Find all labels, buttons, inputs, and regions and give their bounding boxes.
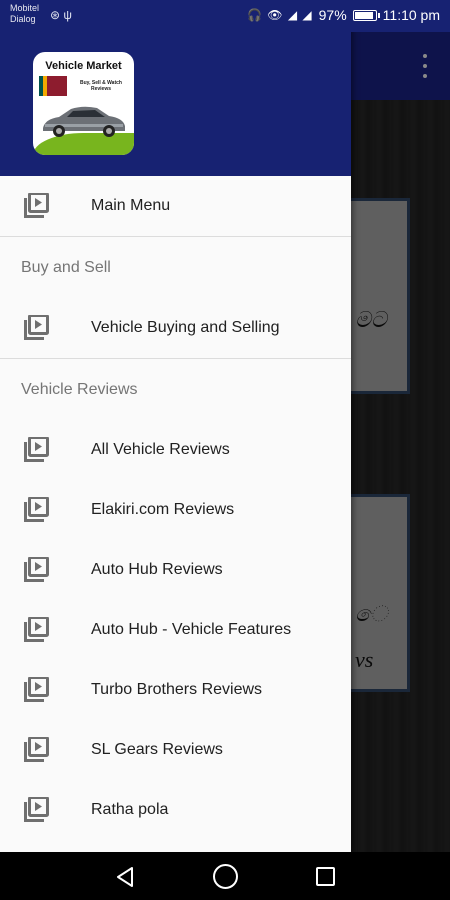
menu-item-ratha-pola[interactable]: Ratha pola: [0, 780, 351, 840]
logo-title: Vehicle Market: [45, 60, 122, 72]
menu-item-label: Elakiri.com Reviews: [91, 501, 235, 518]
video-library-icon: [24, 737, 49, 762]
sri-lanka-flag-icon: [39, 76, 67, 96]
video-library-icon: [24, 497, 49, 522]
carrier-info: Mobitel Dialog: [10, 3, 39, 25]
menu-item-label: Auto Hub - Vehicle Features: [91, 621, 292, 638]
menu-item-turbo-brothers-reviews[interactable]: Turbo Brothers Reviews: [0, 660, 351, 720]
signal-icons: 🎧 👁 ◢ ◢: [246, 8, 313, 22]
battery-fill: [354, 11, 373, 19]
video-library-icon: [24, 797, 49, 822]
menu-item-all-vehicle-reviews[interactable]: All Vehicle Reviews: [0, 420, 351, 480]
video-library-icon: [24, 557, 49, 582]
menu-item-main-menu[interactable]: Main Menu: [0, 176, 351, 236]
battery-icon: [352, 9, 380, 21]
menu-item-label: SL Gears Reviews: [91, 741, 223, 758]
menu-item-vehicle-buying-selling[interactable]: Vehicle Buying and Selling: [0, 298, 351, 358]
video-library-icon: [24, 193, 49, 218]
menu-item-auto-hub-reviews[interactable]: Auto Hub Reviews: [0, 540, 351, 600]
menu-item-elakiri-reviews[interactable]: Elakiri.com Reviews: [0, 480, 351, 540]
status-bar: Mobitel Dialog ⊛ ψ 🎧 👁 ◢ ◢ 97% 11:10 pm: [0, 0, 450, 32]
back-icon[interactable]: [112, 864, 138, 890]
drawer-menu: Main Menu Buy and Sell Vehicle Buying an…: [0, 176, 351, 840]
video-library-icon: [24, 437, 49, 462]
status-right: 🎧 👁 ◢ ◢ 97% 11:10 pm: [247, 7, 440, 23]
clock: 11:10 pm: [382, 7, 440, 23]
menu-item-sl-gears-reviews[interactable]: SL Gears Reviews: [0, 720, 351, 780]
menu-item-label: Turbo Brothers Reviews: [91, 681, 263, 698]
menu-item-label: Ratha pola: [91, 801, 169, 818]
video-library-icon: [24, 315, 49, 340]
home-icon[interactable]: [213, 864, 238, 889]
system-nav-bar: [0, 852, 450, 900]
logo-subtitle: Buy, Sell & Watch Reviews: [80, 80, 122, 92]
video-library-icon: [24, 617, 49, 642]
recents-icon[interactable]: [316, 867, 335, 886]
navigation-drawer: Vehicle Market Buy, Sell & Watch Reviews…: [0, 0, 351, 852]
carrier-line-1: Mobitel: [10, 3, 40, 13]
battery-percent: 97%: [318, 7, 347, 23]
section-header-buy-sell: Buy and Sell: [21, 258, 111, 276]
app-logo: Vehicle Market Buy, Sell & Watch Reviews: [33, 52, 134, 155]
carrier-line-2: Dialog: [10, 14, 36, 24]
notification-icons: ⊛ ψ: [50, 8, 72, 22]
menu-item-label: Auto Hub Reviews: [91, 561, 223, 578]
car-icon: [43, 106, 125, 137]
menu-item-label: Main Menu: [91, 197, 171, 214]
menu-item-label: Vehicle Buying and Selling: [91, 319, 280, 336]
menu-item-auto-hub-features[interactable]: Auto Hub - Vehicle Features: [0, 600, 351, 660]
section-header-vehicle-reviews: Vehicle Reviews: [21, 380, 138, 398]
menu-item-label: All Vehicle Reviews: [91, 441, 230, 458]
video-library-icon: [24, 677, 49, 702]
